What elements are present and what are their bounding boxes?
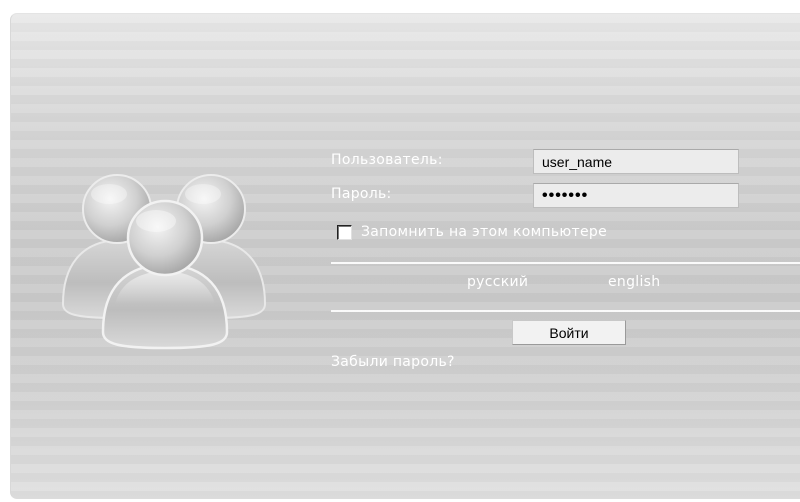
language-link-russian[interactable]: русский (467, 274, 528, 290)
password-input[interactable] (533, 183, 739, 208)
login-panel: Пользователь: Пароль: Запомнить на этом … (10, 13, 800, 499)
divider-top (331, 262, 800, 264)
users-group-icon (61, 174, 267, 350)
language-link-english[interactable]: english (608, 274, 660, 290)
remember-checkbox[interactable] (337, 224, 352, 240)
remember-me-row[interactable]: Запомнить на этом компьютере (337, 222, 607, 242)
login-button[interactable]: Войти (512, 320, 626, 345)
forgot-password-link[interactable]: Забыли пароль? (331, 354, 455, 370)
username-label: Пользователь: (331, 152, 443, 168)
remember-label: Запомнить на этом компьютере (361, 224, 607, 240)
username-input[interactable] (533, 149, 739, 174)
divider-bottom (331, 310, 800, 312)
password-label: Пароль: (331, 186, 392, 202)
